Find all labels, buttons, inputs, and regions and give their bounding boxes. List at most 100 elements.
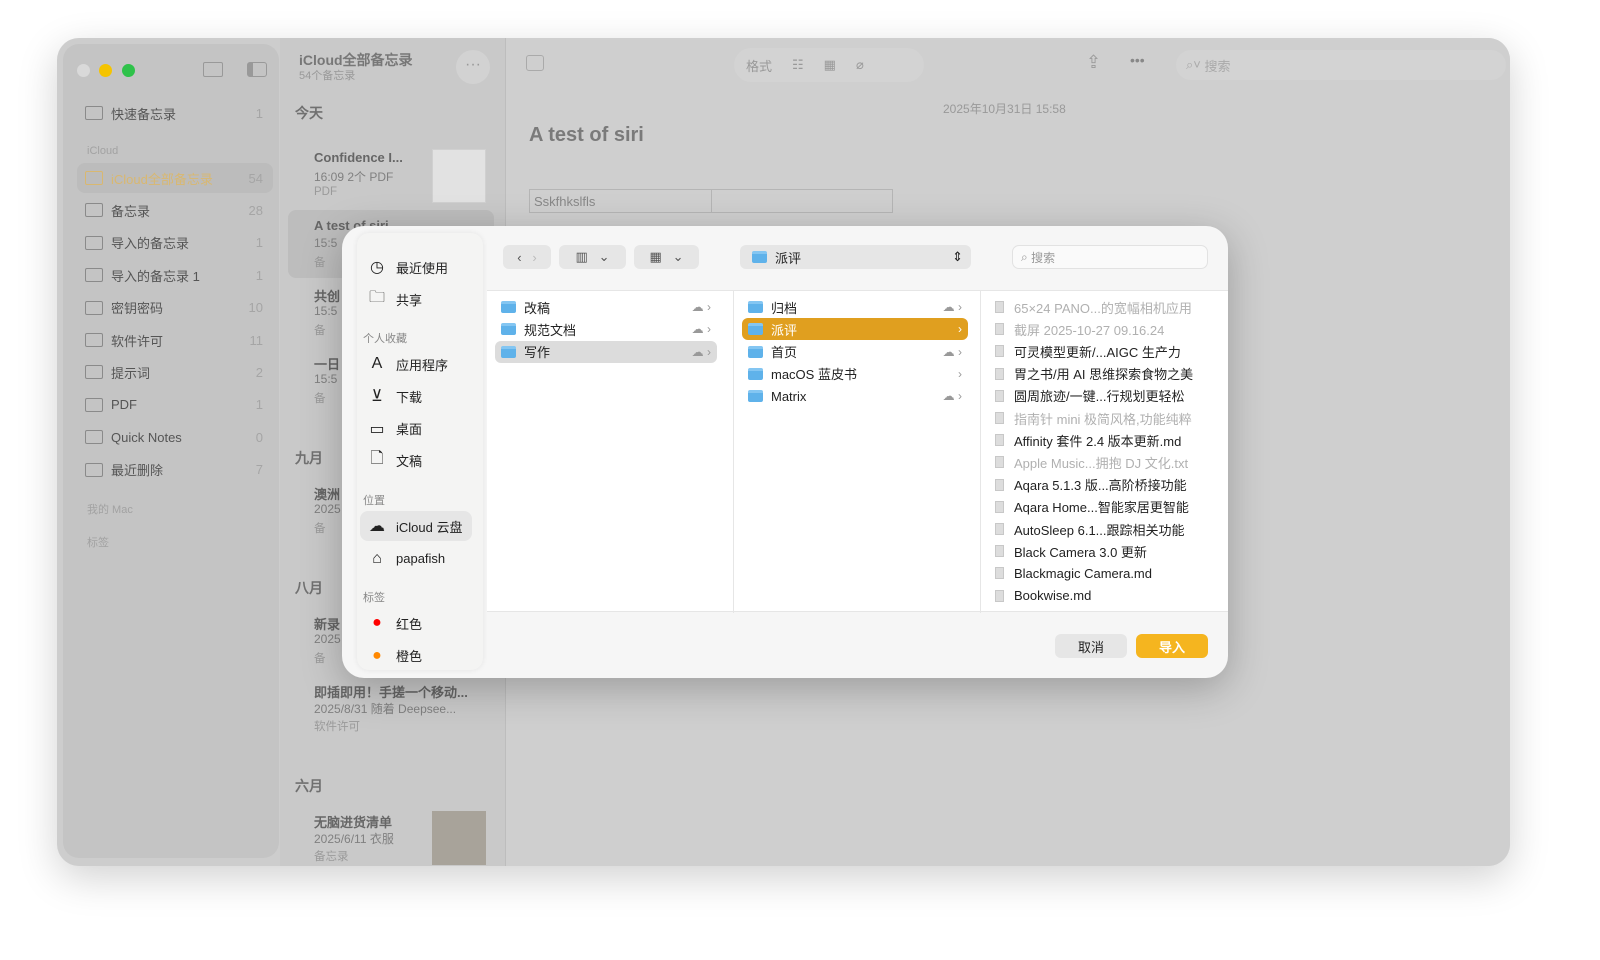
sidebar-item[interactable]: 🗋 文稿: [360, 446, 472, 476]
note-title[interactable]: 新录: [314, 614, 340, 633]
share-icon[interactable]: ⇪: [1086, 52, 1101, 73]
folder-count: 10: [248, 300, 263, 316]
file-row[interactable]: Apple Music...拥抱 DJ 文化.txt: [989, 451, 1219, 473]
note-title[interactable]: 无脑进货清单: [314, 812, 392, 831]
folder-row[interactable]: 规范文档 ☁ ›: [495, 318, 717, 340]
table-icon[interactable]: ▦: [824, 57, 836, 73]
forward-icon[interactable]: ›: [532, 250, 536, 265]
note-title[interactable]: 一日: [314, 354, 340, 373]
folder-row[interactable]: 写作 ☁ ›: [495, 340, 717, 363]
folder-count: 1: [255, 267, 263, 283]
note-title[interactable]: 共创: [314, 286, 340, 305]
sidebar-folder[interactable]: 软件许可 11: [77, 325, 273, 355]
file-name: Aqara Home...智能家居更智能: [1014, 500, 1189, 516]
sidebar-folder[interactable]: 最近删除 7: [77, 455, 273, 485]
note-folder: 备: [314, 393, 326, 405]
sidebar-item[interactable]: ⊻ 下载: [360, 381, 472, 411]
file-row[interactable]: 胃之书/用 AI 思维探索食物之美: [989, 363, 1219, 385]
sidebar-item[interactable]: A 应用程序: [360, 349, 472, 379]
folder-name: Matrix: [771, 388, 807, 404]
note-title[interactable]: A test of siri: [529, 124, 644, 147]
file-row[interactable]: Aqara 5.1.3 版...高阶桥接功能: [989, 474, 1219, 496]
file-row[interactable]: 65×24 PANO...的宽幅相机应用: [989, 296, 1219, 318]
folder-label: 密钥密码: [111, 301, 164, 317]
file-row[interactable]: Blackmagic Camera.md: [989, 562, 1219, 584]
folder-label: 最近删除: [111, 463, 164, 479]
sidebar-item-quick-notes[interactable]: 快速备忘录 1: [77, 98, 273, 128]
folder-row[interactable]: 派评 ›: [742, 318, 968, 341]
search-field[interactable]: ⌕˅ 搜索: [1176, 50, 1506, 80]
column-3: 65×24 PANO...的宽幅相机应用 截屏 2025-10-27 09.16.…: [981, 291, 1228, 613]
folder-icon: [748, 367, 763, 380]
import-button[interactable]: 导入: [1136, 634, 1208, 658]
dialog-search[interactable]: ⌕ 搜索: [1012, 245, 1208, 269]
new-folder-icon[interactable]: [203, 62, 223, 77]
file-row[interactable]: Bookwise.md: [989, 585, 1219, 607]
sidebar-folder[interactable]: 备忘录 28: [77, 195, 273, 225]
chevron-right-icon: ☁ ›: [691, 300, 711, 314]
sidebar-item[interactable]: ☁ iCloud 云盘: [360, 511, 472, 541]
minimize-button[interactable]: [99, 64, 112, 77]
sidebar-folder[interactable]: PDF 1: [77, 390, 273, 420]
sidebar-folder[interactable]: Quick Notes 0: [77, 422, 273, 452]
note-table[interactable]: Sskfhkslfls: [529, 189, 893, 213]
sidebar-item[interactable]: ● 橙色: [360, 641, 472, 671]
close-button[interactable]: [77, 64, 90, 77]
item-label: 桌面: [396, 422, 423, 438]
file-name: Apple Music...拥抱 DJ 文化.txt: [1014, 455, 1189, 471]
sidebar-item[interactable]: ▭ 桌面: [360, 414, 472, 444]
note-title[interactable]: Confidence I...: [314, 150, 403, 165]
document-icon: [995, 434, 1004, 447]
sidebar-folder[interactable]: 导入的备忘录 1 1: [77, 260, 273, 290]
file-row[interactable]: 截屏 2025-10-27 09.16.24: [989, 318, 1219, 340]
file-row[interactable]: AutoSleep 6.1...跟踪相关功能: [989, 518, 1219, 540]
sidebar-item[interactable]: ⌂ papafish: [360, 544, 472, 574]
file-row[interactable]: Affinity 套件 2.4 版本更新.md: [989, 429, 1219, 451]
folder-count: 2: [255, 364, 263, 380]
folder-row[interactable]: 归档 ☁ ›: [742, 296, 968, 318]
table-cell[interactable]: Sskfhkslfls: [530, 190, 712, 212]
cancel-button[interactable]: 取消: [1055, 634, 1127, 658]
more-icon[interactable]: ···: [456, 50, 490, 84]
path-popup[interactable]: 派评 ⇕: [740, 245, 971, 269]
list-subtitle: 54个备忘录: [299, 70, 356, 82]
view-mode-button[interactable]: ▥ ⌄: [559, 245, 626, 269]
sidebar-folder[interactable]: 提示词 2: [77, 357, 273, 387]
attachment-icon[interactable]: ⌀: [856, 57, 864, 73]
checklist-icon[interactable]: ☷: [792, 57, 804, 73]
file-row[interactable]: 指南针 mini 极简风格,功能纯粹: [989, 407, 1219, 429]
note-title[interactable]: 即插即用！手搓一个移动...: [314, 682, 468, 701]
section-today: 今天: [295, 105, 323, 121]
note-title[interactable]: 澳洲: [314, 484, 340, 503]
note-folder: 备: [314, 325, 326, 337]
sidebar-folder[interactable]: 导入的备忘录 1: [77, 228, 273, 258]
sidebar: 快速备忘录 1 iCloud iCloud全部备忘录 54 备忘录 28 导入的备忘录 1 导…: [63, 44, 279, 858]
format-button[interactable]: 格式: [746, 56, 772, 75]
compose-icon[interactable]: [526, 55, 544, 71]
document-icon: [995, 567, 1004, 580]
zoom-button[interactable]: [122, 64, 135, 77]
sidebar-toggle-icon[interactable]: [247, 62, 267, 77]
back-icon[interactable]: ‹: [517, 250, 521, 265]
sidebar-item[interactable]: ● 红色: [360, 608, 472, 638]
sidebar-folder[interactable]: 密钥密码 10: [77, 293, 273, 323]
file-row[interactable]: Black Camera 3.0 更新: [989, 540, 1219, 562]
file-row[interactable]: 可灵模型更新/...AIGC 生产力: [989, 340, 1219, 362]
folder-icon: [501, 345, 516, 358]
folder-row[interactable]: 改稿 ☁ ›: [495, 296, 717, 318]
folder-name: 派评: [771, 322, 798, 338]
folder-row[interactable]: Matrix ☁ ›: [742, 385, 968, 407]
sidebar-item[interactable]: 🗀 共享: [360, 284, 472, 314]
folder-label: 导入的备忘录: [111, 236, 190, 252]
folder-row[interactable]: 首页 ☁ ›: [742, 341, 968, 363]
folder-label: PDF: [111, 397, 137, 413]
group-button[interactable]: ▦ ⌄: [634, 245, 699, 269]
sidebar-folder[interactable]: iCloud全部备忘录 54: [77, 163, 273, 193]
file-row[interactable]: 圆周旅迹/一键...行规划更轻松: [989, 385, 1219, 407]
section-september: 九月: [295, 450, 323, 466]
folder-row[interactable]: macOS 蓝皮书 ›: [742, 363, 968, 385]
sidebar-item[interactable]: ◷ 最近使用: [360, 252, 472, 282]
more-icon[interactable]: •••: [1130, 52, 1145, 68]
file-row[interactable]: Aqara Home...智能家居更智能: [989, 496, 1219, 518]
back-forward-buttons[interactable]: ‹ ›: [503, 245, 551, 269]
